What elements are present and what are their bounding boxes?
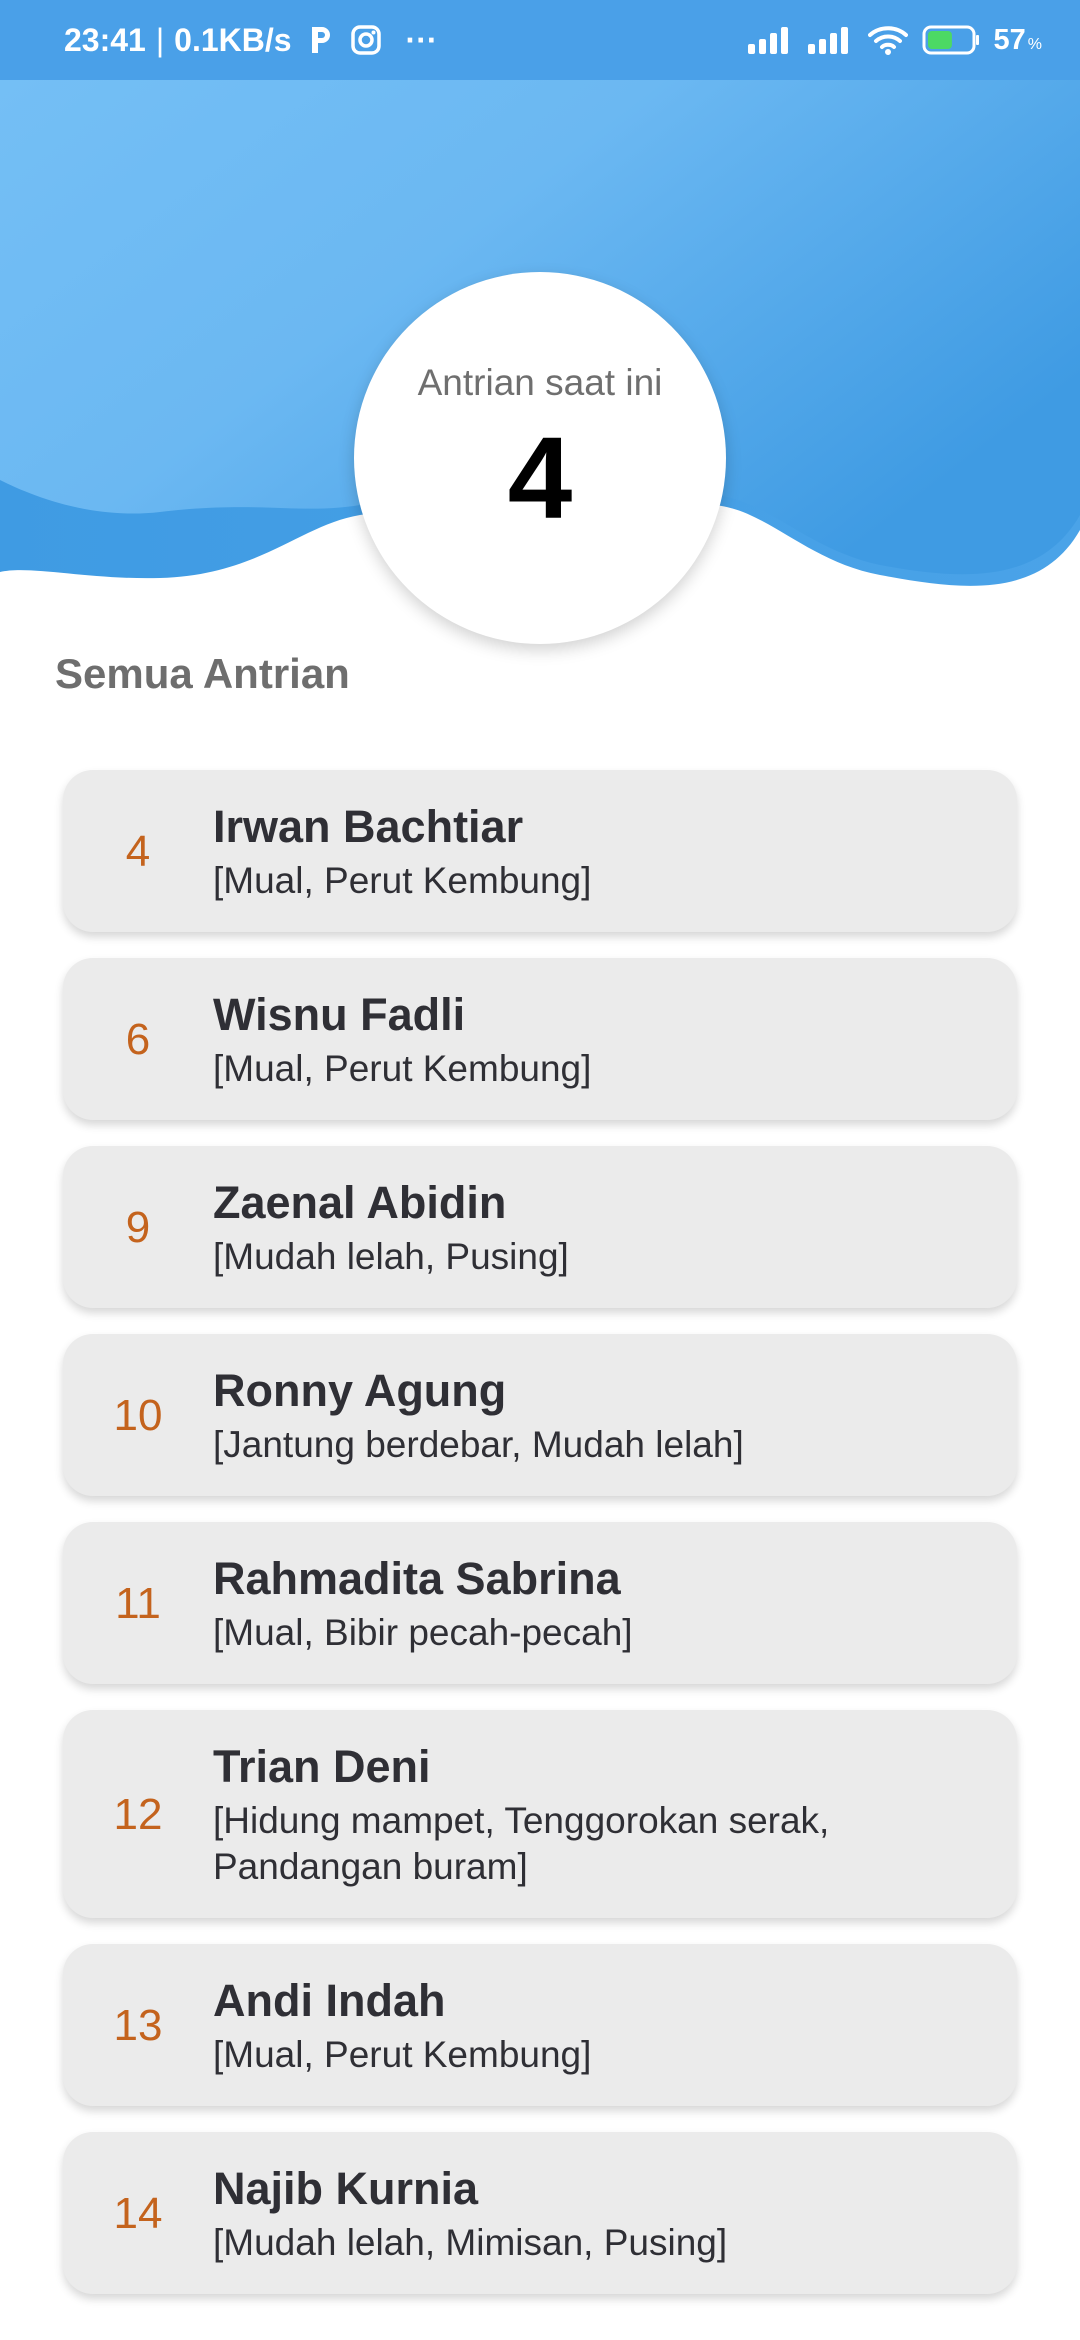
wifi-icon — [867, 24, 908, 56]
queue-number: 12 — [113, 1790, 163, 1839]
queue-info: Trian Deni [Hidung mampet, Tenggorokan s… — [213, 1740, 1017, 1890]
battery-icon — [922, 25, 980, 55]
patient-complaints: [Hidung mampet, Tenggorokan serak, Panda… — [213, 1800, 830, 1887]
patient-name: Irwan Bachtiar — [213, 801, 524, 852]
queue-info: Irwan Bachtiar [Mual, Perut Kembung] — [213, 800, 1017, 904]
queue-item[interactable]: 10 Ronny Agung [Jantung berdebar, Mudah … — [63, 1334, 1017, 1496]
patient-complaints: [Mudah lelah, Mimisan, Pusing] — [213, 2222, 728, 2263]
queue-number: 4 — [125, 827, 151, 876]
queue-info: Najib Kurnia [Mudah lelah, Mimisan, Pusi… — [213, 2162, 1017, 2266]
clock: 23:41 — [64, 21, 146, 58]
status-bar-left: 23:41 | 0.1KB/s ··· — [64, 0, 438, 80]
queue-number: 13 — [113, 2001, 163, 2050]
queue-item[interactable]: 6 Wisnu Fadli [Mual, Perut Kembung] — [63, 958, 1017, 1120]
patient-name: Wisnu Fadli — [213, 989, 466, 1040]
more-notifications-icon: ··· — [405, 21, 438, 58]
queue-info: Zaenal Abidin [Mudah lelah, Pusing] — [213, 1176, 1017, 1280]
queue-item[interactable]: 9 Zaenal Abidin [Mudah lelah, Pusing] — [63, 1146, 1017, 1308]
queue-item[interactable]: 13 Andi Indah [Mual, Perut Kembung] — [63, 1944, 1017, 2106]
patient-name: Trian Deni — [213, 1741, 431, 1792]
patient-complaints: [Mual, Bibir pecah-pecah] — [213, 1612, 633, 1653]
battery-percent: 57% — [993, 23, 1043, 56]
section-title: Semua Antrian — [55, 650, 350, 697]
queue-number: 10 — [113, 1391, 163, 1440]
current-queue-label: Antrian saat ini — [417, 362, 663, 403]
queue-item[interactable]: 12 Trian Deni [Hidung mampet, Tenggoroka… — [63, 1710, 1017, 1918]
queue-info: Wisnu Fadli [Mual, Perut Kembung] — [213, 988, 1017, 1092]
queue-item[interactable]: 11 Rahmadita Sabrina [Mual, Bibir pecah-… — [63, 1522, 1017, 1684]
queue-number: 14 — [113, 2189, 163, 2238]
patient-complaints: [Mudah lelah, Pusing] — [213, 1236, 569, 1277]
queue-number: 6 — [125, 1015, 151, 1064]
patient-complaints: [Jantung berdebar, Mudah lelah] — [213, 1424, 744, 1465]
instagram-icon — [350, 24, 382, 56]
patient-name: Ronny Agung — [213, 1365, 507, 1416]
signal-icon — [807, 26, 854, 54]
status-bar: 23:41 | 0.1KB/s ··· 57% — [0, 0, 1080, 80]
patient-name: Najib Kurnia — [213, 2163, 479, 2214]
queue-number: 11 — [115, 1579, 161, 1628]
queue-number: 9 — [125, 1203, 151, 1252]
queue-list: 4 Irwan Bachtiar [Mual, Perut Kembung] 6… — [63, 770, 1017, 2320]
parking-app-icon — [308, 25, 334, 55]
patient-name: Rahmadita Sabrina — [213, 1553, 621, 1604]
patient-name: Zaenal Abidin — [213, 1177, 507, 1228]
patient-name: Andi Indah — [213, 1975, 446, 2026]
current-queue-number: 4 — [507, 413, 573, 543]
status-bar-right: 57% — [747, 0, 1043, 80]
patient-complaints: [Mual, Perut Kembung] — [213, 860, 592, 901]
patient-complaints: [Mual, Perut Kembung] — [213, 1048, 592, 1089]
queue-info: Rahmadita Sabrina [Mual, Bibir pecah-pec… — [213, 1552, 1017, 1656]
network-speed: 0.1KB/s — [174, 21, 292, 58]
queue-item[interactable]: 14 Najib Kurnia [Mudah lelah, Mimisan, P… — [63, 2132, 1017, 2294]
current-queue-card: Antrian saat ini 4 — [354, 272, 726, 644]
patient-complaints: [Mual, Perut Kembung] — [213, 2034, 592, 2075]
queue-info: Ronny Agung [Jantung berdebar, Mudah lel… — [213, 1364, 1017, 1468]
queue-item[interactable]: 4 Irwan Bachtiar [Mual, Perut Kembung] — [63, 770, 1017, 932]
queue-info: Andi Indah [Mual, Perut Kembung] — [213, 1974, 1017, 2078]
separator: | — [155, 21, 165, 58]
signal-icon — [747, 26, 794, 54]
